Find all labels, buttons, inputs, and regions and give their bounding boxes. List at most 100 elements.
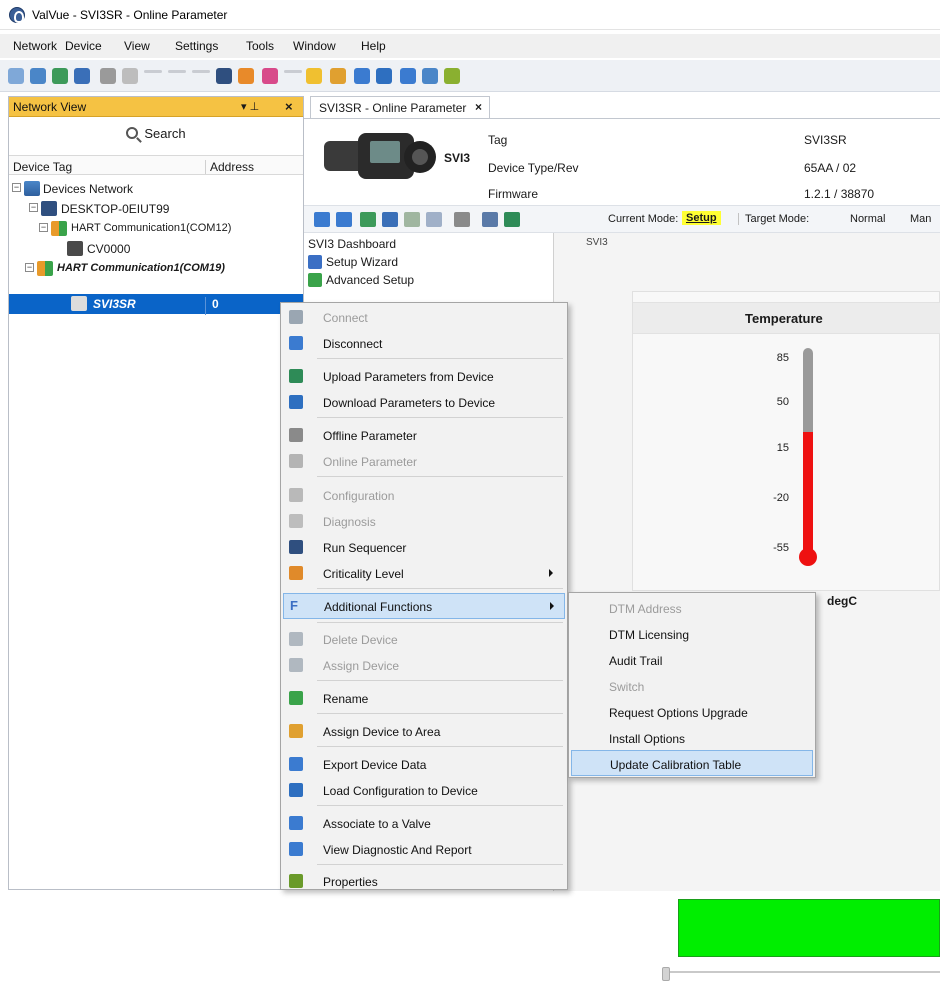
menu-item-view-diagnostic[interactable]: View Diagnostic And Report [283,837,565,861]
menu-item-load-configuration[interactable]: Load Configuration to Device [283,778,565,802]
tree-item-hart-com19[interactable]: − HART Communication1(COM19) [9,259,303,279]
menu-item-export-device-data[interactable]: Export Device Data [283,752,565,776]
properties-icon[interactable] [444,68,460,84]
menu-item-offline-parameter[interactable]: Offline Parameter [283,423,565,447]
info-label-tag: Tag [488,133,508,147]
criticality-icon[interactable] [238,68,254,84]
menu-item-download-parameters[interactable]: Download Parameters to Device [283,390,565,414]
tree-item-hart-com12[interactable]: − HART Communication1(COM12) [9,219,303,239]
menu-item-properties[interactable]: Properties [283,869,565,893]
close-icon[interactable]: × [285,99,293,114]
valve-icon[interactable] [400,68,416,84]
menu-item-assign-device-to-area[interactable]: Assign Device to Area [283,719,565,743]
collapse-icon[interactable]: − [12,183,21,192]
menu-item-disconnect[interactable]: Disconnect [283,331,565,355]
print-icon[interactable] [482,212,498,227]
connect-icon[interactable] [314,212,330,227]
submenu-item-switch[interactable]: Switch [571,673,813,699]
menu-help[interactable]: Help [361,39,386,53]
nav-dashboard[interactable]: SVI3 Dashboard [308,237,396,251]
submenu-item-dtm-licensing[interactable]: DTM Licensing [571,621,813,647]
download-icon[interactable] [382,212,398,227]
menu-item-run-sequencer[interactable]: Run Sequencer [283,535,565,559]
tree-item-desktop[interactable]: − DESKTOP-0EIUT99 [9,199,303,219]
menu-network[interactable]: Network [13,39,57,53]
menu-item-configuration[interactable]: Configuration [283,483,565,507]
menu-item-additional-functions[interactable]: F Additional Functions [283,593,565,619]
folder-icon[interactable] [330,68,346,84]
disconnect-icon[interactable] [336,212,352,227]
online-icon[interactable] [122,68,138,84]
submenu-item-update-calibration-table[interactable]: Update Calibration Table [571,750,813,776]
menu-item-connect[interactable]: Connect [283,305,565,329]
tab-online-parameter[interactable]: SVI3SR - Online Parameter × [310,96,490,118]
upload-disabled-icon[interactable] [404,212,420,227]
tree-item-svi3sr[interactable]: SVI3SR 0 [9,294,303,315]
context-menu: Connect Disconnect Upload Parameters fro… [280,302,568,890]
nav-setup-wizard[interactable]: Setup Wizard [326,255,398,269]
tool-icon[interactable] [454,212,470,227]
menu-item-upload-parameters[interactable]: Upload Parameters from Device [283,364,565,388]
menu-view[interactable]: View [124,39,150,53]
menu-tools[interactable]: Tools [246,39,274,53]
close-icon[interactable]: × [475,100,482,114]
collapse-icon[interactable]: − [39,223,48,232]
menu-item-diagnosis[interactable]: Diagnosis [283,509,565,533]
properties-icon [289,874,303,888]
tree-item-cv0000[interactable]: CV0000 [9,239,303,259]
disconnect-all-icon[interactable] [30,68,46,84]
menu-item-assign-device[interactable]: Assign Device [283,653,565,677]
current-mode-label: Current Mode: [608,213,679,225]
function-icon[interactable] [262,68,278,84]
target-mode-manual[interactable]: Man [910,213,931,225]
menu-item-associate-valve[interactable]: Associate to a Valve [283,811,565,835]
search-button[interactable]: Search [13,121,299,145]
download-icon[interactable] [74,68,90,84]
menu-settings[interactable]: Settings [175,39,218,53]
positioner-device-image [324,133,436,179]
submenu-item-request-options-upgrade[interactable]: Request Options Upgrade [571,699,813,725]
pin-icon[interactable]: ▾ ⊥ [241,100,259,113]
menu-separator [317,746,563,747]
target-mode-normal[interactable]: Normal [850,213,885,225]
search-label: Search [144,126,186,141]
run-sequencer-icon[interactable] [216,68,232,84]
submenu-item-label: Request Options Upgrade [609,706,748,720]
menu-item-label: Criticality Level [323,567,404,581]
menu-item-rename[interactable]: Rename [283,686,565,710]
tree-item-devices-network[interactable]: − Devices Network [9,179,303,199]
temperature-gauge: Temperature 85 50 15 -20 -55 degC [632,291,940,608]
submenu-item-dtm-address[interactable]: DTM Address [571,595,813,621]
upload-icon[interactable] [52,68,68,84]
tab-label: SVI3SR - Online Parameter [319,101,467,115]
download-disabled-icon[interactable] [426,212,442,227]
lightbulb-icon[interactable] [306,68,322,84]
toolbar-separator [144,70,162,73]
submenu-item-install-options[interactable]: Install Options [571,725,813,751]
load-config-icon[interactable] [376,68,392,84]
export-icon[interactable] [354,68,370,84]
chart-icon[interactable] [504,212,520,227]
menu-item-online-parameter[interactable]: Online Parameter [283,449,565,473]
view-diagnostic-icon [289,842,303,856]
gauge-title: Temperature [745,311,823,326]
collapse-icon[interactable]: − [29,203,38,212]
menu-item-label: Associate to a Valve [323,817,431,831]
thermometer-bulb [799,548,817,566]
menu-item-criticality-level[interactable]: Criticality Level [283,561,565,585]
slider-thumb[interactable] [662,967,670,981]
submenu-item-audit-trail[interactable]: Audit Trail [571,647,813,673]
report-icon[interactable] [422,68,438,84]
connect-all-icon[interactable] [8,68,24,84]
menu-item-delete-device[interactable]: Delete Device [283,627,565,651]
menu-device[interactable]: Device [65,39,102,53]
collapse-icon[interactable]: − [25,263,34,272]
column-device-tag[interactable]: Device Tag [13,160,72,174]
current-mode-value[interactable]: Setup [682,211,721,225]
nav-advanced-setup[interactable]: Advanced Setup [326,273,414,287]
upload-icon[interactable] [360,212,376,227]
offline-icon[interactable] [100,68,116,84]
device-toolbar: Current Mode: Setup Target Mode: Normal … [304,205,940,233]
column-address[interactable]: Address [205,160,303,174]
menu-window[interactable]: Window [293,39,336,53]
